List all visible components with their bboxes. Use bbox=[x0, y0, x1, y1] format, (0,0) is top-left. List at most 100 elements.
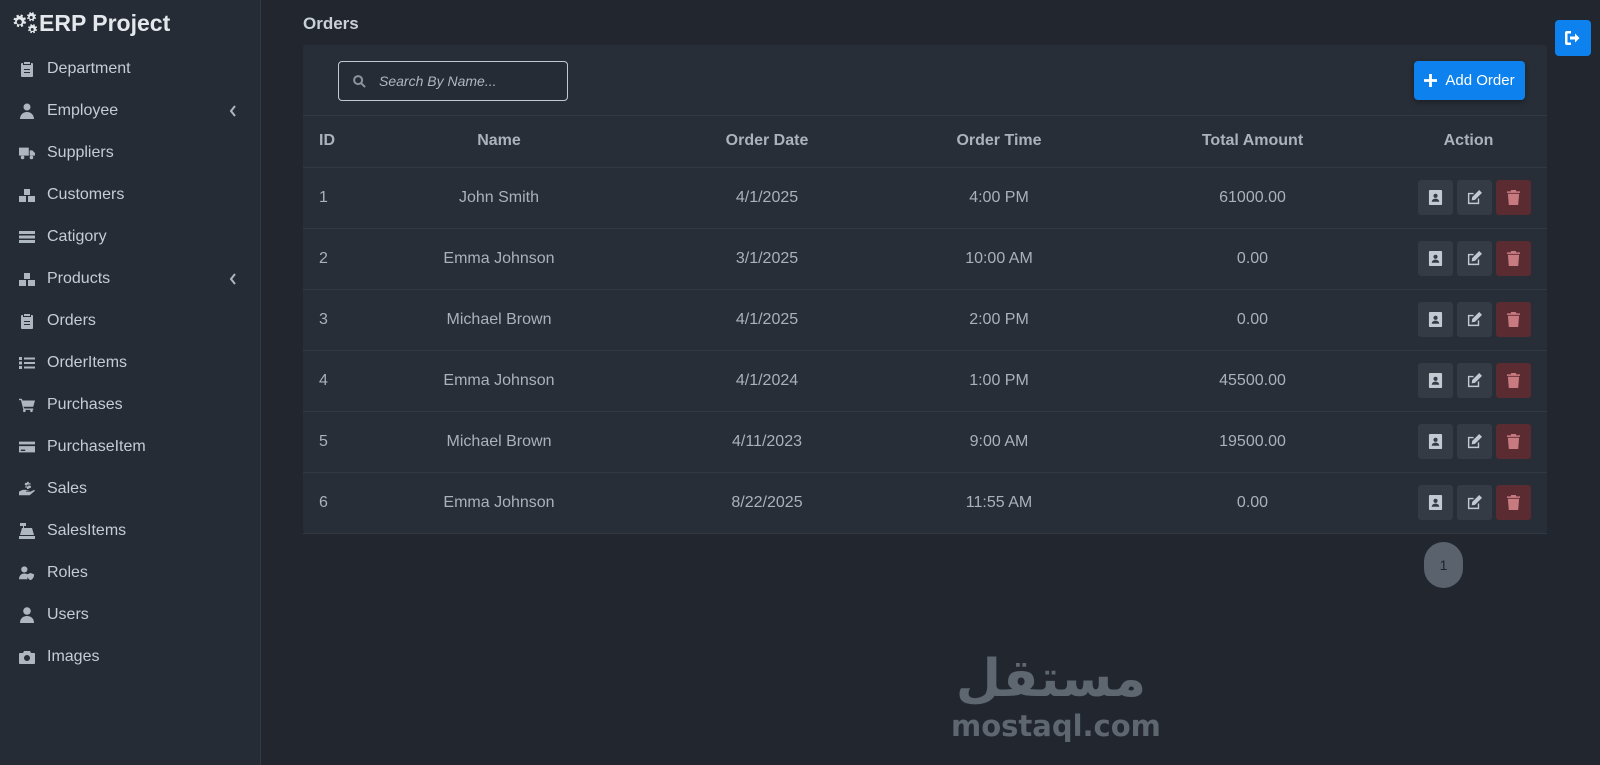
cell-order-date: 4/1/2025 bbox=[651, 289, 883, 351]
cell-actions bbox=[1390, 289, 1547, 351]
view-button[interactable] bbox=[1418, 363, 1453, 398]
column-header-action: Action bbox=[1390, 116, 1547, 168]
toolbar: Add Order bbox=[303, 45, 1547, 116]
cell-actions bbox=[1390, 411, 1547, 473]
view-button[interactable] bbox=[1418, 302, 1453, 337]
edit-icon bbox=[1467, 251, 1482, 266]
delete-button[interactable] bbox=[1496, 363, 1531, 398]
delete-button[interactable] bbox=[1496, 302, 1531, 337]
table-row[interactable]: 6 Emma Johnson 8/22/2025 11:55 AM 0.00 bbox=[303, 472, 1547, 534]
delete-button[interactable] bbox=[1496, 424, 1531, 459]
sidebar-item-label: Products bbox=[47, 270, 111, 287]
edit-icon bbox=[1467, 190, 1482, 205]
sidebar-item-label: Customers bbox=[47, 186, 125, 203]
truck-icon bbox=[19, 145, 47, 161]
sidebar-item-employee[interactable]: Employee bbox=[0, 90, 260, 132]
cell-order-time: 9:00 AM bbox=[883, 411, 1115, 473]
sidebar-item-users[interactable]: Users bbox=[0, 594, 260, 636]
cell-name: Michael Brown bbox=[347, 289, 651, 351]
sidebar-item-label: Images bbox=[47, 648, 100, 665]
trash-icon bbox=[1506, 495, 1521, 510]
credit-card-icon bbox=[19, 439, 47, 455]
cell-total-amount: 19500.00 bbox=[1115, 411, 1390, 473]
edit-button[interactable] bbox=[1457, 180, 1492, 215]
sidebar-item-orderitems[interactable]: OrderItems bbox=[0, 342, 260, 384]
edit-button[interactable] bbox=[1457, 302, 1492, 337]
row-actions bbox=[1390, 363, 1547, 398]
address-card-icon bbox=[1428, 312, 1443, 327]
cell-order-time: 10:00 AM bbox=[883, 228, 1115, 290]
cell-total-amount: 0.00 bbox=[1115, 289, 1390, 351]
search-input[interactable] bbox=[379, 63, 567, 99]
edit-icon bbox=[1467, 495, 1482, 510]
sidebar-item-customers[interactable]: Customers bbox=[0, 174, 260, 216]
pagination-page-1[interactable]: 1 bbox=[1424, 542, 1463, 588]
chevron-left-icon[interactable] bbox=[229, 103, 239, 119]
sidebar-item-label: SalesItems bbox=[47, 522, 127, 539]
sidebar-item-orders[interactable]: Orders bbox=[0, 300, 260, 342]
chevron-left-icon[interactable] bbox=[229, 271, 239, 287]
view-button[interactable] bbox=[1418, 241, 1453, 276]
table-row[interactable]: 2 Emma Johnson 3/1/2025 10:00 AM 0.00 bbox=[303, 228, 1547, 290]
edit-button[interactable] bbox=[1457, 363, 1492, 398]
search-icon bbox=[339, 74, 379, 88]
add-order-button[interactable]: Add Order bbox=[1414, 61, 1525, 100]
sidebar-item-label: OrderItems bbox=[47, 354, 128, 371]
sidebar-item-suppliers[interactable]: Suppliers bbox=[0, 132, 260, 174]
cell-order-time: 1:00 PM bbox=[883, 350, 1115, 412]
search-box bbox=[338, 61, 568, 101]
view-button[interactable] bbox=[1418, 424, 1453, 459]
column-header-id[interactable]: ID bbox=[303, 116, 347, 168]
sidebar-item-purchases[interactable]: Purchases bbox=[0, 384, 260, 426]
cell-order-date: 4/1/2024 bbox=[651, 350, 883, 412]
delete-button[interactable] bbox=[1496, 485, 1531, 520]
table-row[interactable]: 1 John Smith 4/1/2025 4:00 PM 61000.00 bbox=[303, 167, 1547, 229]
trash-icon bbox=[1506, 190, 1521, 205]
sidebar-item-label: Suppliers bbox=[47, 144, 114, 161]
column-header-total-amount[interactable]: Total Amount bbox=[1115, 116, 1390, 168]
add-order-label: Add Order bbox=[1445, 72, 1515, 89]
brand[interactable]: ERP Project bbox=[0, 0, 260, 46]
table-row[interactable]: 5 Michael Brown 4/11/2023 9:00 AM 19500.… bbox=[303, 411, 1547, 473]
hand-dollar-icon bbox=[19, 481, 47, 497]
cell-id: 5 bbox=[303, 411, 347, 473]
cell-actions bbox=[1390, 228, 1547, 290]
view-button[interactable] bbox=[1418, 485, 1453, 520]
cart-icon bbox=[19, 397, 47, 413]
sidebar-item-images[interactable]: Images bbox=[0, 636, 260, 678]
edit-button[interactable] bbox=[1457, 485, 1492, 520]
sidebar: ERP Project Department Employee Supplier… bbox=[0, 0, 261, 765]
user-icon bbox=[19, 607, 47, 623]
edit-button[interactable] bbox=[1457, 424, 1492, 459]
sidebar-item-department[interactable]: Department bbox=[0, 48, 260, 90]
column-header-order-date[interactable]: Order Date bbox=[651, 116, 883, 168]
cell-id: 1 bbox=[303, 167, 347, 229]
sidebar-item-label: PurchaseItem bbox=[47, 438, 146, 455]
cell-total-amount: 61000.00 bbox=[1115, 167, 1390, 229]
column-header-name[interactable]: Name bbox=[347, 116, 651, 168]
sidebar-item-catigory[interactable]: Catigory bbox=[0, 216, 260, 258]
delete-button[interactable] bbox=[1496, 180, 1531, 215]
sidebar-item-sales[interactable]: Sales bbox=[0, 468, 260, 510]
trash-icon bbox=[1506, 251, 1521, 266]
cell-id: 4 bbox=[303, 350, 347, 412]
cell-total-amount: 0.00 bbox=[1115, 472, 1390, 534]
row-actions bbox=[1390, 241, 1547, 276]
table-row[interactable]: 3 Michael Brown 4/1/2025 2:00 PM 0.00 bbox=[303, 289, 1547, 351]
sidebar-item-roles[interactable]: Roles bbox=[0, 552, 260, 594]
sidebar-item-purchaseitem[interactable]: PurchaseItem bbox=[0, 426, 260, 468]
boxes-icon bbox=[19, 271, 47, 287]
sidebar-item-products[interactable]: Products bbox=[0, 258, 260, 300]
boxes-icon bbox=[19, 187, 47, 203]
row-actions bbox=[1390, 302, 1547, 337]
delete-button[interactable] bbox=[1496, 241, 1531, 276]
column-header-order-time[interactable]: Order Time bbox=[883, 116, 1115, 168]
view-button[interactable] bbox=[1418, 180, 1453, 215]
address-card-icon bbox=[1428, 434, 1443, 449]
edit-button[interactable] bbox=[1457, 241, 1492, 276]
table-row[interactable]: 4 Emma Johnson 4/1/2024 1:00 PM 45500.00 bbox=[303, 350, 1547, 412]
sidebar-item-salesitems[interactable]: SalesItems bbox=[0, 510, 260, 552]
logout-button[interactable] bbox=[1555, 20, 1591, 56]
list-icon bbox=[19, 355, 47, 371]
address-card-icon bbox=[1428, 373, 1443, 388]
